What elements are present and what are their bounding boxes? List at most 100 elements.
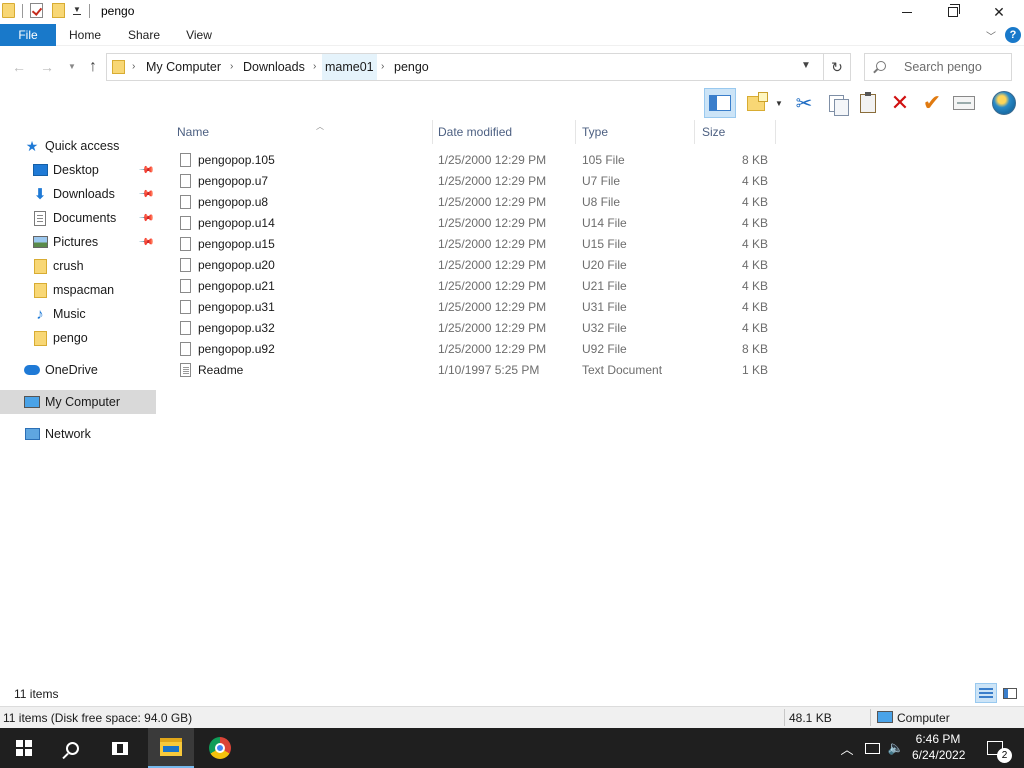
chevron-right-icon[interactable]: › (381, 54, 384, 80)
minimize-button[interactable] (884, 0, 930, 24)
table-row[interactable]: pengopop.u8 1/25/2000 12:29 PM U8 File 4 KB (175, 192, 775, 213)
pictures-icon (32, 234, 48, 250)
chrome-taskbar-button[interactable] (197, 728, 243, 768)
sidebar-item-label: My Computer (45, 395, 121, 409)
network-tray-button[interactable] (862, 728, 882, 768)
column-header-size[interactable]: Size (702, 120, 776, 144)
volume-tray-button[interactable]: 🔈 (886, 728, 906, 768)
sidebar-item-network[interactable]: Network (0, 422, 156, 446)
restore-icon (948, 4, 960, 17)
sidebar-item-documents[interactable]: Documents 📌 (0, 206, 156, 230)
tab-home[interactable]: Home (60, 24, 110, 46)
breadcrumb-my-computer[interactable]: My Computer (146, 54, 221, 80)
table-row[interactable]: pengopop.u21 1/25/2000 12:29 PM U21 File 4 … (175, 276, 775, 297)
address-bar[interactable]: › My Computer › Downloads › mame01 › pen… (106, 53, 824, 81)
help-button[interactable]: ? (1005, 27, 1021, 43)
sidebar-item-crush[interactable]: crush (0, 254, 156, 278)
search-box[interactable] (864, 53, 1012, 81)
sidebar-item-pictures[interactable]: Pictures 📌 (0, 230, 156, 254)
chevron-right-icon[interactable]: › (313, 54, 316, 80)
up-button[interactable]: ↑ (84, 58, 102, 76)
table-row[interactable]: pengopop.u7 1/25/2000 12:29 PM U7 File 4 KB (175, 171, 775, 192)
copy-button[interactable] (822, 88, 850, 118)
tab-view[interactable]: View (177, 24, 221, 46)
properties-check-icon[interactable] (30, 3, 43, 18)
properties-button[interactable] (950, 88, 978, 118)
tab-share[interactable]: Share (120, 24, 168, 46)
file-date: 1/25/2000 12:29 PM (438, 321, 547, 335)
table-row[interactable]: pengopop.u32 1/25/2000 12:29 PM U32 File 4 … (175, 318, 775, 339)
column-header-name[interactable]: Name ︿ (177, 120, 433, 144)
navigation-pane: ★ Quick access Desktop 📌 ⬇ Downloads 📌 D… (0, 120, 158, 680)
table-row[interactable]: pengopop.105 1/25/2000 12:29 PM 105 File 8 … (175, 150, 775, 171)
sidebar-item-onedrive[interactable]: OneDrive (0, 358, 156, 382)
restore-button[interactable] (930, 0, 976, 24)
new-folder-button[interactable] (742, 88, 770, 118)
breadcrumb-mame01[interactable]: mame01 (322, 54, 377, 80)
clock-time: 6:46 PM (915, 732, 961, 746)
table-row[interactable]: pengopop.u20 1/25/2000 12:29 PM U20 File 4 … (175, 255, 775, 276)
expand-ribbon-button[interactable]: ﹀ (984, 28, 998, 43)
folder-icon (2, 3, 15, 18)
download-icon: ⬇ (33, 186, 47, 203)
clock[interactable]: 6:46 PM 6/24/2022 (912, 731, 965, 763)
sidebar-item-downloads[interactable]: ⬇ Downloads 📌 (0, 182, 156, 206)
text-document-icon (180, 363, 191, 377)
table-row[interactable]: pengopop.u14 1/25/2000 12:29 PM U14 File 4 … (175, 213, 775, 234)
file-explorer-taskbar-button[interactable] (148, 728, 194, 768)
column-header-date[interactable]: Date modified (438, 120, 576, 144)
action-center-button[interactable]: 2 (980, 728, 1012, 768)
table-row[interactable]: pengopop.u31 1/25/2000 12:29 PM U31 File 4 … (175, 297, 775, 318)
show-hidden-icons-button[interactable]: ︿ (838, 728, 856, 768)
back-button[interactable]: ← (10, 58, 28, 76)
sidebar-item-mspacman[interactable]: mspacman (0, 278, 156, 302)
sidebar-item-quick-access[interactable]: ★ Quick access (0, 134, 156, 158)
column-label: Size (702, 125, 726, 139)
sidebar-item-pengo[interactable]: pengo (0, 326, 156, 350)
sidebar-item-label: Documents (53, 211, 117, 225)
chevron-down-icon[interactable]: ▼ (73, 6, 81, 15)
address-dropdown-icon[interactable]: ▼ (801, 60, 811, 71)
task-view-button[interactable] (96, 728, 144, 768)
file-size: 4 KB (741, 216, 768, 230)
refresh-button[interactable]: ↻ (824, 53, 851, 81)
disk-info: 11 items (Disk free space: 94.0 GB) (3, 711, 193, 725)
chevron-right-icon[interactable]: › (132, 54, 135, 80)
breadcrumb-pengo[interactable]: pengo (394, 54, 429, 80)
column-header-type[interactable]: Type (582, 120, 695, 144)
table-row[interactable]: pengopop.u92 1/25/2000 12:29 PM U92 File 8 … (175, 339, 775, 360)
large-icons-view-button[interactable] (999, 683, 1021, 703)
pin-icon: 📌 (137, 209, 155, 227)
computer-icon (24, 394, 40, 410)
recent-locations-button[interactable]: ▼ (63, 58, 81, 76)
close-button[interactable]: ✕ (976, 0, 1022, 24)
sidebar-item-music[interactable]: ♪ Music (0, 302, 156, 326)
chevron-right-icon[interactable]: › (230, 54, 233, 80)
table-row[interactable]: pengopop.u15 1/25/2000 12:29 PM U15 File 4 … (175, 234, 775, 255)
search-input[interactable] (904, 54, 1008, 80)
file-type: U92 File (582, 342, 627, 356)
forward-button[interactable]: → (38, 58, 56, 76)
cut-button[interactable]: ✂ (790, 88, 818, 118)
delete-button[interactable]: ✕ (886, 88, 914, 118)
file-date: 1/25/2000 12:29 PM (438, 258, 547, 272)
paste-button[interactable] (854, 88, 882, 118)
file-type: U7 File (582, 174, 621, 188)
rename-button[interactable]: ✔ (918, 88, 946, 118)
breadcrumb-downloads[interactable]: Downloads (243, 54, 305, 80)
sidebar-item-desktop[interactable]: Desktop 📌 (0, 158, 156, 182)
preview-pane-button[interactable] (704, 88, 736, 118)
new-folder-icon[interactable] (52, 3, 65, 18)
sidebar-item-my-computer[interactable]: My Computer (0, 390, 156, 414)
file-type: U21 File (582, 279, 627, 293)
taskbar-search-button[interactable] (48, 728, 96, 768)
file-icon (180, 216, 191, 230)
tab-file[interactable]: File (0, 24, 56, 46)
table-row[interactable]: Readme 1/10/1997 5:25 PM Text Document 1 KB (175, 360, 775, 381)
file-type: U8 File (582, 195, 621, 209)
start-button[interactable] (0, 728, 48, 768)
new-item-dropdown[interactable]: ▼ (772, 88, 786, 118)
details-view-button[interactable] (975, 683, 997, 703)
status-bar: 11 items (Disk free space: 94.0 GB) 48.1… (0, 706, 1024, 728)
shell-button[interactable] (990, 88, 1018, 118)
